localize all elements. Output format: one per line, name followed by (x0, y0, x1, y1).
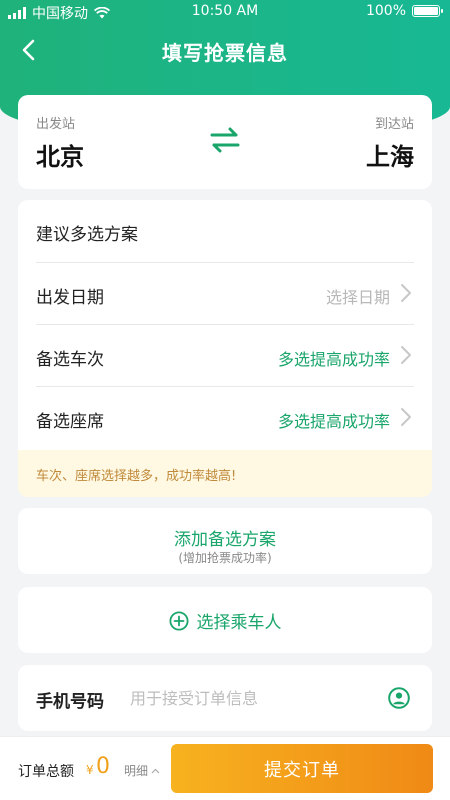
departure-city[interactable]: 北京 (36, 137, 84, 172)
row-label: 备选座席 (36, 412, 104, 432)
chevron-right-icon (401, 346, 411, 364)
add-plan-subtitle: (增加抢票成功率) (178, 551, 272, 565)
row-label: 出发日期 (36, 288, 104, 308)
nav-bar: 填写抢票信息 (0, 28, 450, 72)
route-card: 出发站 北京 到达站 上海 (18, 95, 432, 189)
battery-percent: 100% (365, 3, 406, 19)
order-total-amount: 0 (96, 754, 110, 779)
contact-icon[interactable] (388, 687, 410, 709)
chevron-up-icon (151, 768, 160, 773)
bottom-bar: 订单总额 ¥ 0 明细 提交订单 (0, 736, 450, 800)
order-total-label: 订单总额 (18, 764, 74, 780)
options-card: 建议多选方案 出发日期 选择日期 备选车次 多选提高成功率 备选座席 多选提高成… (18, 200, 432, 497)
page-title: 填写抢票信息 (162, 41, 288, 65)
select-passenger-label: 选择乘车人 (196, 613, 282, 633)
tip-text: 车次、座席选择越多，成功率越高! (36, 469, 237, 484)
details-toggle[interactable]: 明细 (124, 762, 160, 779)
row-value: 多选提高成功率 (277, 350, 390, 369)
currency-symbol: ¥ (86, 763, 94, 777)
details-label: 明细 (124, 764, 149, 778)
alternate-trains-row[interactable]: 备选车次 多选提高成功率 (36, 324, 414, 386)
row-value: 多选提高成功率 (277, 412, 390, 431)
submit-order-button[interactable]: 提交订单 (171, 744, 433, 793)
options-heading: 建议多选方案 (36, 225, 138, 245)
row-value: 选择日期 (325, 288, 390, 307)
add-plan-button[interactable]: 添加备选方案 (增加抢票成功率) (18, 508, 432, 574)
arrival-station-label: 到达站 (374, 117, 414, 132)
swap-arrows-icon[interactable] (209, 126, 241, 154)
arrival-city[interactable]: 上海 (366, 137, 414, 172)
departure-date-row[interactable]: 出发日期 选择日期 (36, 262, 414, 324)
phone-input[interactable] (130, 683, 380, 713)
alternate-seats-row[interactable]: 备选座席 多选提高成功率 (36, 386, 414, 448)
plus-circle-icon (168, 610, 189, 631)
departure-station-label: 出发站 (36, 117, 76, 132)
add-plan-title: 添加备选方案 (174, 530, 276, 550)
status-bar: 中国移动 10:50 AM 100% (0, 0, 450, 24)
row-label: 备选车次 (36, 350, 104, 370)
tip-banner: 车次、座席选择越多，成功率越高! (18, 450, 432, 497)
phone-card: 手机号码 (18, 665, 432, 731)
battery-icon (412, 5, 443, 17)
select-passenger-button[interactable]: 选择乘车人 (18, 587, 432, 653)
chevron-right-icon (401, 408, 411, 426)
chevron-right-icon (401, 284, 411, 302)
phone-label: 手机号码 (36, 692, 104, 712)
